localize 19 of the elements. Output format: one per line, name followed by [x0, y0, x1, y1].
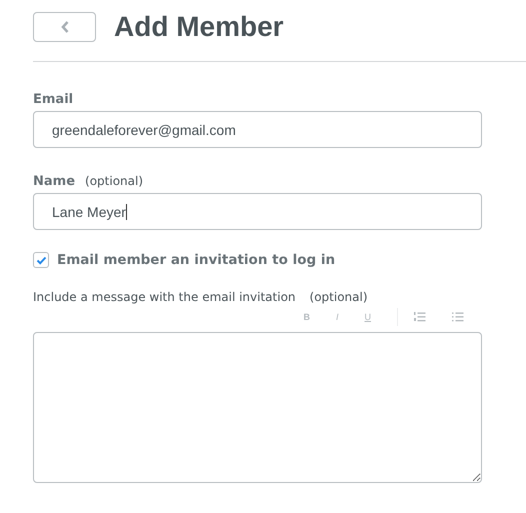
message-field[interactable]: [33, 332, 482, 483]
name-field[interactable]: Lane Meyer: [33, 193, 482, 230]
bullet-list-icon[interactable]: [452, 312, 464, 322]
optional-hint: (optional): [85, 174, 144, 188]
format-button[interactable]: U: [364, 312, 371, 322]
back-button[interactable]: [33, 12, 96, 42]
email-field[interactable]: greendaleforever@gmail.com: [33, 111, 482, 148]
page-title: Add Member: [114, 11, 284, 43]
field-label: Include a message with the email invitation: [33, 290, 296, 304]
format-button[interactable]: B: [303, 312, 310, 322]
checkbox[interactable]: [33, 252, 49, 268]
optional-hint: (optional): [310, 290, 368, 304]
format-button[interactable]: I: [336, 312, 338, 322]
field-label: Email: [33, 92, 74, 107]
checkbox-label: Email member an invitation to log in: [57, 252, 336, 268]
checkmark-icon: [36, 256, 46, 264]
numbered-list-icon[interactable]: [414, 312, 426, 322]
chevron-left-icon: [60, 20, 70, 34]
field-label: Name: [33, 174, 76, 189]
